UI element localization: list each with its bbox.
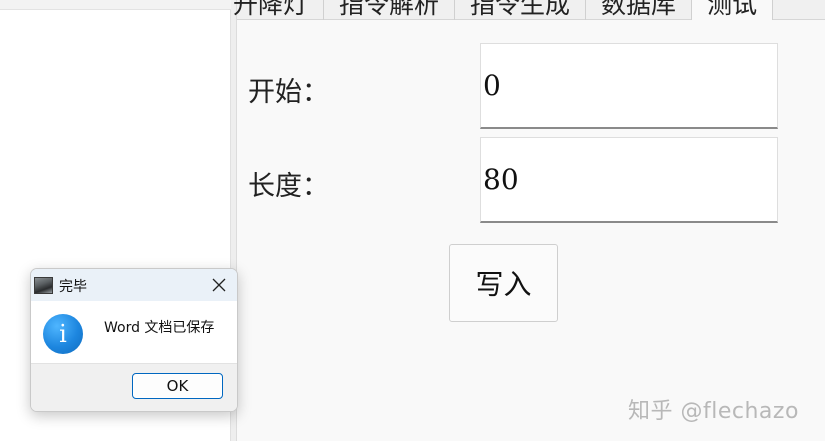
length-input[interactable]: 80 xyxy=(480,137,778,223)
start-input[interactable]: 0 xyxy=(480,43,778,129)
tab-bar: 升降灯 指令解析 指令生成 数据库 测试 xyxy=(233,0,825,20)
main-panel: 升降灯 指令解析 指令生成 数据库 测试 开始： 0 长度： 80 写入 知乎 … xyxy=(233,0,825,441)
length-label: 长度： xyxy=(248,171,329,202)
ok-button[interactable]: OK xyxy=(132,373,223,399)
dialog-message: Word 文档已保存 xyxy=(104,320,215,336)
close-button[interactable] xyxy=(205,273,233,297)
close-icon xyxy=(212,278,226,292)
app-icon xyxy=(34,277,53,294)
dialog-body: i Word 文档已保存 xyxy=(31,301,237,363)
tab-command-parse[interactable]: 指令解析 xyxy=(324,0,456,20)
tab-lift-light[interactable]: 升降灯 xyxy=(233,0,325,20)
tab-database[interactable]: 数据库 xyxy=(586,0,693,20)
dialog-footer: OK xyxy=(31,363,237,411)
dialog-title: 完毕 xyxy=(59,279,87,295)
dialog-titlebar: 完毕 xyxy=(31,269,237,301)
write-button[interactable]: 写入 xyxy=(449,244,558,322)
tab-test[interactable]: 测试 xyxy=(692,0,774,20)
watermark: 知乎 @flechazo xyxy=(628,399,799,424)
message-dialog: 完毕 i Word 文档已保存 OK xyxy=(30,268,238,412)
left-panel-header xyxy=(0,0,231,10)
tab-command-generate[interactable]: 指令生成 xyxy=(455,0,587,20)
start-label: 开始： xyxy=(248,77,329,108)
info-icon: i xyxy=(43,314,83,354)
